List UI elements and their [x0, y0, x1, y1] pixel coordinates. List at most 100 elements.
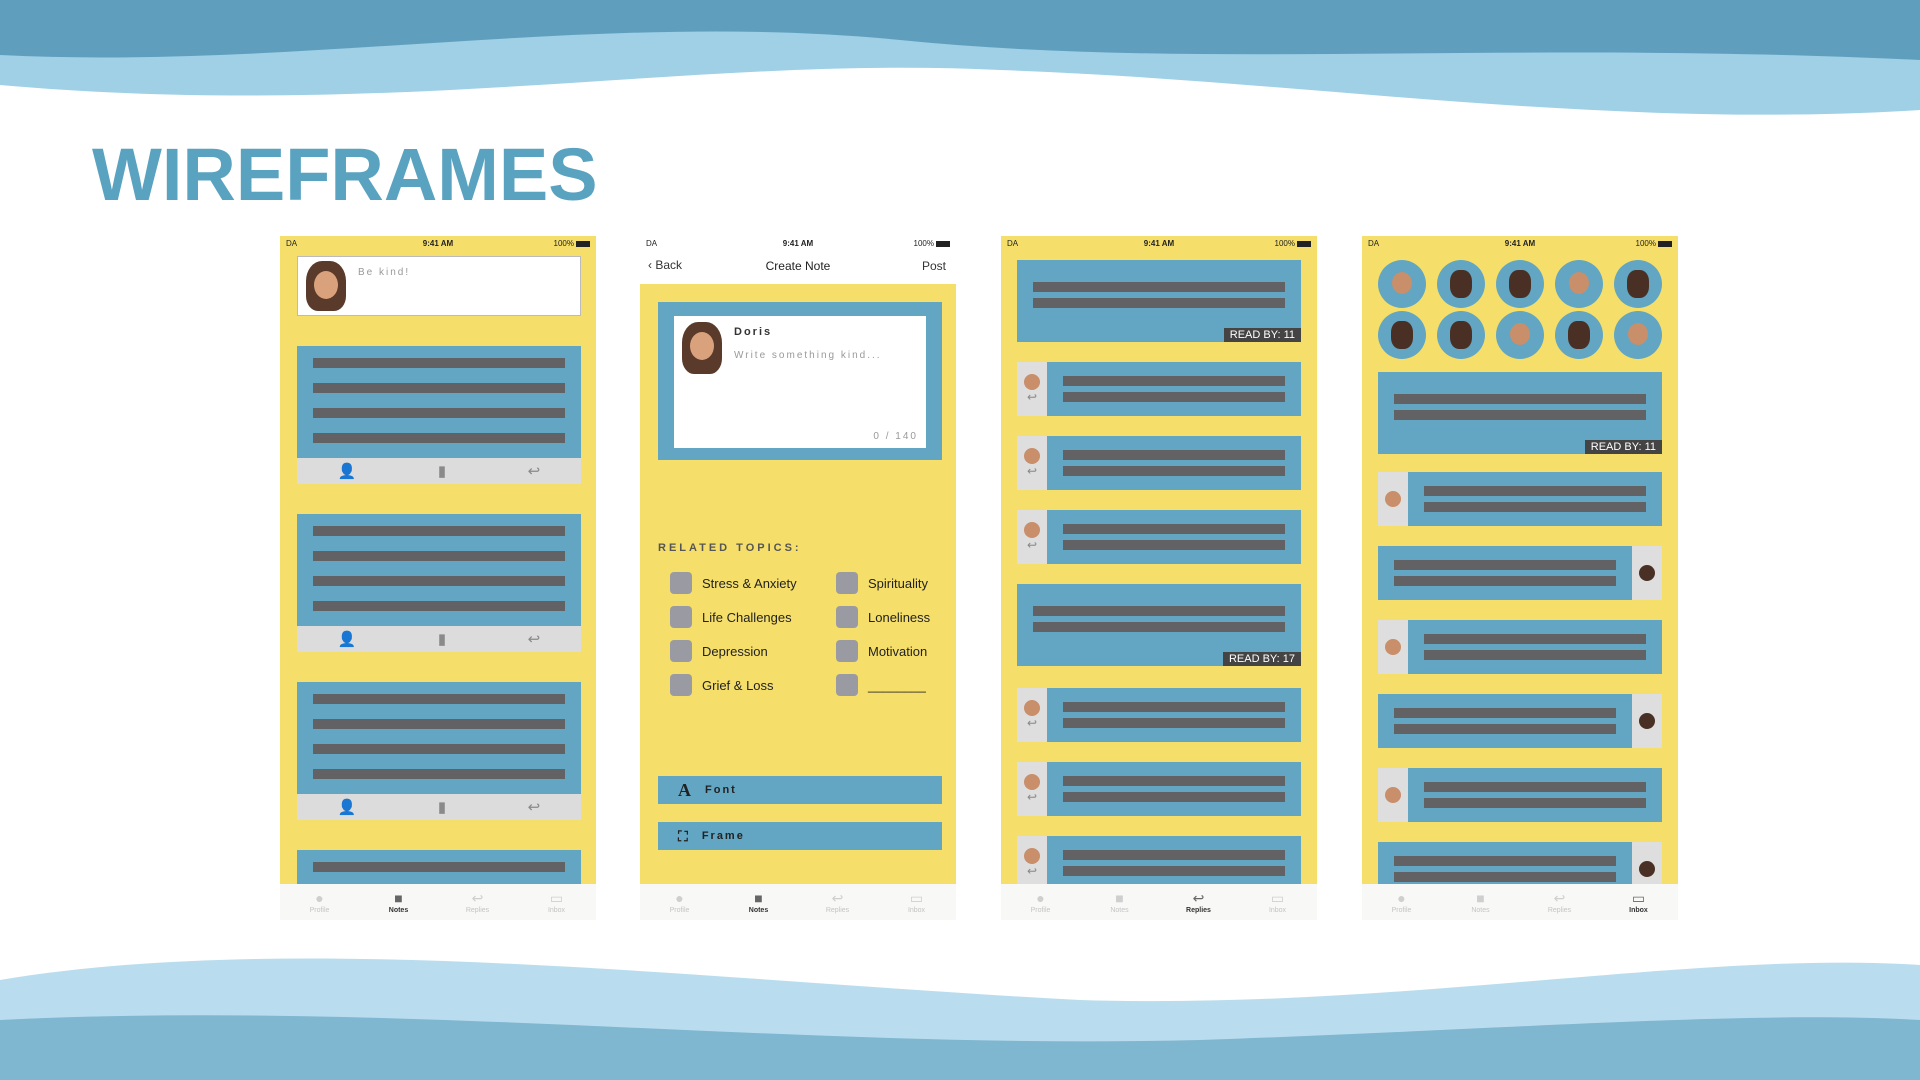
- text-placeholder: [1063, 866, 1285, 876]
- reply-card[interactable]: [1047, 362, 1301, 416]
- reader-avatar[interactable]: [1437, 311, 1485, 359]
- notes-icon: ■: [1115, 890, 1124, 906]
- tab-profile[interactable]: ● Profile: [1011, 890, 1071, 914]
- reader-avatar[interactable]: [1437, 260, 1485, 308]
- text-placeholder: [1063, 376, 1285, 386]
- note-actions: 👤 ▮ ↩: [297, 626, 581, 652]
- tab-replies[interactable]: ↩ Replies: [448, 890, 508, 914]
- bookmark-icon[interactable]: ▮: [438, 798, 446, 816]
- bookmark-icon[interactable]: ▮: [438, 630, 446, 648]
- text-placeholder: [313, 862, 565, 872]
- slide-title: WIREFRAMES: [92, 133, 598, 216]
- person-add-icon[interactable]: 👤: [338, 798, 357, 816]
- author-name: Doris: [734, 326, 773, 338]
- reader-avatar[interactable]: [1614, 260, 1662, 308]
- topic-checkbox[interactable]: [670, 572, 692, 594]
- topic-checkbox[interactable]: [836, 606, 858, 628]
- reply-card[interactable]: [1047, 510, 1301, 564]
- custom-topic-field[interactable]: ________: [868, 678, 926, 693]
- reply-icon: ↩: [1026, 716, 1038, 730]
- profile-icon: ●: [1036, 890, 1045, 906]
- topic-checkbox[interactable]: [836, 572, 858, 594]
- font-button[interactable]: A Font: [658, 776, 942, 804]
- char-counter: 0 / 140: [873, 431, 918, 442]
- tab-replies[interactable]: ↩ Replies: [1169, 890, 1229, 914]
- reply-icon[interactable]: ↩: [528, 798, 541, 816]
- message-card[interactable]: [1408, 768, 1662, 822]
- bottom-wave: [0, 958, 1920, 1080]
- text-placeholder: [1033, 298, 1285, 308]
- note-editor-frame: Doris Write something kind... 0 / 140: [658, 302, 942, 460]
- tab-profile[interactable]: ● Profile: [650, 890, 710, 914]
- frame-button[interactable]: ⛶ Frame: [658, 822, 942, 850]
- reader-avatar[interactable]: [1378, 311, 1426, 359]
- tab-inbox[interactable]: ▭ Inbox: [887, 890, 947, 914]
- tab-notes[interactable]: ■ Notes: [729, 890, 789, 914]
- reply-card[interactable]: [1047, 436, 1301, 490]
- reader-avatar[interactable]: [1496, 311, 1544, 359]
- text-placeholder: [1033, 622, 1285, 632]
- reader-avatar[interactable]: [1614, 311, 1662, 359]
- reader-avatar[interactable]: [1378, 260, 1426, 308]
- note-card[interactable]: [297, 682, 581, 794]
- my-note-card[interactable]: READ BY: 11: [1017, 260, 1301, 342]
- topic-checkbox[interactable]: [670, 606, 692, 628]
- text-placeholder: [313, 408, 565, 418]
- my-note-card[interactable]: READ BY: 11: [1378, 372, 1662, 454]
- tab-replies[interactable]: ↩ Replies: [808, 890, 868, 914]
- topic-checkbox[interactable]: [670, 674, 692, 696]
- note-card[interactable]: [297, 346, 581, 458]
- reader-avatar[interactable]: [1555, 311, 1603, 359]
- compose-box[interactable]: Be kind!: [297, 256, 581, 316]
- person-add-icon[interactable]: 👤: [338, 630, 357, 648]
- text-placeholder: [1424, 486, 1646, 496]
- compose-placeholder: Be kind!: [358, 267, 411, 278]
- topic-checkbox[interactable]: [836, 640, 858, 662]
- tab-inbox[interactable]: ▭ Inbox: [527, 890, 587, 914]
- note-editor[interactable]: Doris Write something kind... 0 / 140: [674, 316, 926, 448]
- reply-card[interactable]: [1047, 836, 1301, 890]
- tab-bar: ● Profile ■ Notes ↩ Replies ▭ Inbox: [1362, 884, 1678, 920]
- tab-notes[interactable]: ■ Notes: [1451, 890, 1511, 914]
- text-placeholder: [1063, 776, 1285, 786]
- reply-icon[interactable]: ↩: [528, 462, 541, 480]
- topic-checkbox[interactable]: [836, 674, 858, 696]
- avatar: [306, 261, 346, 311]
- reply-icon[interactable]: ↩: [528, 630, 541, 648]
- replies-icon: ↩: [831, 890, 844, 906]
- text-placeholder: [1394, 872, 1616, 882]
- person-add-icon[interactable]: 👤: [338, 462, 357, 480]
- tab-bar: ● Profile ■ Notes ↩ Replies ▭ Inbox: [1001, 884, 1317, 920]
- my-note-card[interactable]: READ BY: 17: [1017, 584, 1301, 666]
- tab-notes[interactable]: ■ Notes: [369, 890, 429, 914]
- text-placeholder: [313, 601, 565, 611]
- reply-card[interactable]: [1047, 762, 1301, 816]
- bookmark-icon[interactable]: ▮: [438, 462, 446, 480]
- reader-avatar[interactable]: [1496, 260, 1544, 308]
- text-placeholder: [1394, 708, 1616, 718]
- tab-replies[interactable]: ↩ Replies: [1530, 890, 1590, 914]
- read-by-badge: READ BY: 11: [1223, 328, 1301, 342]
- message-card[interactable]: [1378, 694, 1632, 748]
- topic-checkbox[interactable]: [670, 640, 692, 662]
- tab-inbox[interactable]: ▭ Inbox: [1248, 890, 1308, 914]
- reader-avatar[interactable]: [1555, 260, 1603, 308]
- tab-inbox[interactable]: ▭ Inbox: [1609, 890, 1669, 914]
- tab-profile[interactable]: ● Profile: [1372, 890, 1432, 914]
- read-by-badge: READ BY: 11: [1584, 440, 1662, 454]
- post-button[interactable]: Post: [922, 259, 946, 273]
- reply-icon: ↩: [1026, 390, 1038, 404]
- message-card[interactable]: [1378, 546, 1632, 600]
- text-placeholder: [1394, 576, 1616, 586]
- tab-notes[interactable]: ■ Notes: [1090, 890, 1150, 914]
- tab-profile[interactable]: ● Profile: [290, 890, 350, 914]
- reply-icon: ↩: [1026, 538, 1038, 552]
- text-placeholder: [1424, 502, 1646, 512]
- text-placeholder: [313, 719, 565, 729]
- notes-icon: ■: [754, 890, 763, 906]
- reply-card[interactable]: [1047, 688, 1301, 742]
- tab-bar: ● Profile ■ Notes ↩ Replies ▭ Inbox: [640, 884, 956, 920]
- note-card[interactable]: [297, 514, 581, 626]
- message-card[interactable]: [1408, 472, 1662, 526]
- message-card[interactable]: [1408, 620, 1662, 674]
